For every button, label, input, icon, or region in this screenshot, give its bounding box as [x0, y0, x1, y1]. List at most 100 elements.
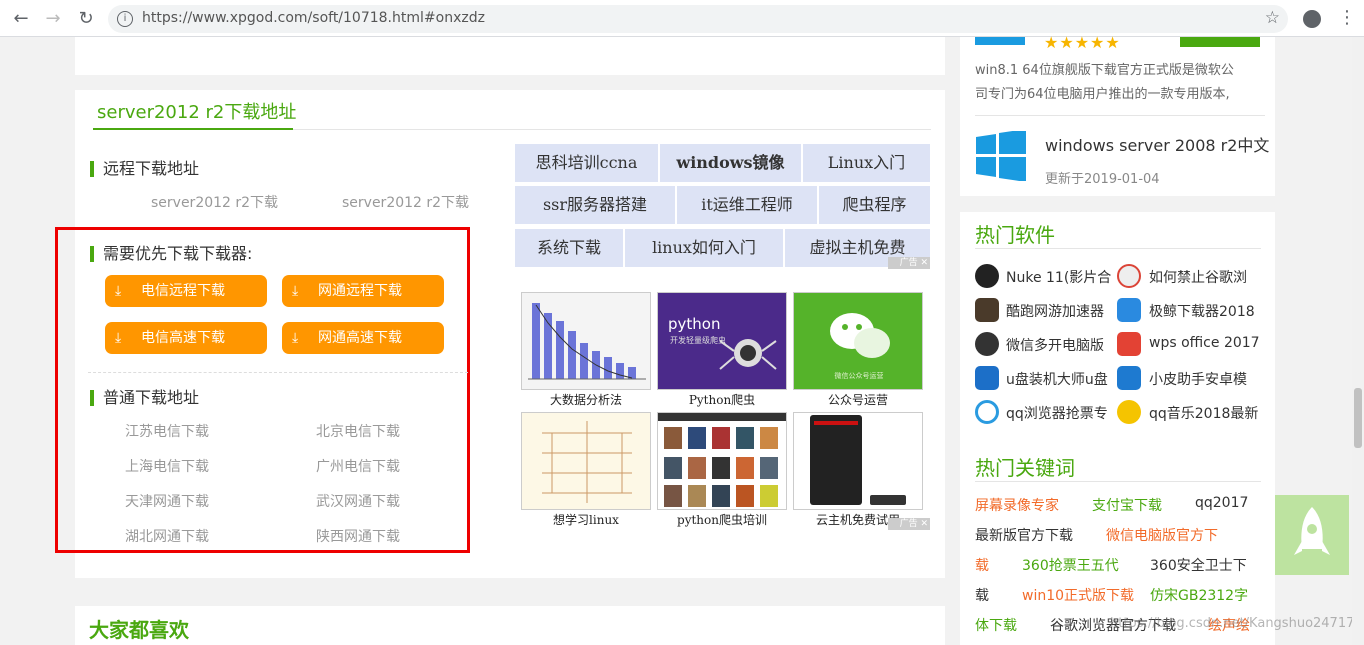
- keyword-link[interactable]: 支付宝下载: [1092, 495, 1162, 515]
- ad-thumb-caption[interactable]: 公众号运营: [793, 391, 923, 408]
- ad-tag[interactable]: Linux入门: [803, 144, 930, 182]
- ad-tag[interactable]: 思科培训ccna: [515, 144, 658, 182]
- ad-thumb-caption[interactable]: 想学习linux: [521, 511, 651, 528]
- mirror-link[interactable]: 广州电信下载: [316, 456, 400, 476]
- hot-software-item[interactable]: u盘装机大师u盘: [1006, 369, 1108, 389]
- python-logo-text: python: [668, 315, 721, 333]
- mirror-link[interactable]: 陕西网通下载: [316, 526, 400, 546]
- telecom-fast-download-button[interactable]: ⤓ 电信高速下载: [105, 322, 267, 354]
- normal-download-heading: 普通下载地址: [90, 390, 199, 406]
- hot-software-item[interactable]: qq浏览器抢票专: [1006, 403, 1108, 423]
- remote-download-heading: 远程下载地址: [90, 161, 199, 177]
- scrollbar[interactable]: [1352, 37, 1364, 645]
- account-icon[interactable]: [1303, 10, 1321, 28]
- rocket-icon: [1294, 507, 1330, 555]
- ad-thumb-caption[interactable]: 大数据分析法: [521, 391, 651, 408]
- ad-tag[interactable]: windows镜像: [660, 144, 801, 182]
- rating-stars: ★★★★★: [1044, 33, 1121, 52]
- ad-tag[interactable]: linux如何入门: [625, 229, 783, 267]
- chrome-icon: [1117, 264, 1141, 288]
- back-to-top-button[interactable]: [1275, 495, 1349, 575]
- url-text[interactable]: https://www.xpgod.com/soft/10718.html#on…: [142, 10, 485, 26]
- hot-software-item[interactable]: 酷跑网游加速器: [1006, 301, 1104, 321]
- telecom-remote-download-button[interactable]: ⤓ 电信远程下载: [105, 275, 267, 307]
- keyword-link[interactable]: 微信电脑版官方下: [1106, 525, 1218, 545]
- keyword-link[interactable]: 最新版官方下载: [975, 525, 1073, 545]
- hot-software-item[interactable]: 极鲸下载器2018: [1149, 301, 1255, 321]
- download-button-fragment[interactable]: [1180, 37, 1260, 47]
- close-icon: ✕: [920, 258, 928, 268]
- windows-logo-icon: [976, 131, 1026, 181]
- site-info-icon[interactable]: i: [117, 11, 133, 27]
- keyword-link[interactable]: win10正式版下载: [1022, 585, 1134, 605]
- qq-browser-icon: [975, 400, 999, 424]
- section-title-underline: [93, 128, 293, 130]
- ad-thumb-linux[interactable]: [521, 412, 651, 510]
- bottom-section: 大家都喜欢: [75, 606, 945, 645]
- ad-thumb-wechat[interactable]: 微信公众号运营: [793, 292, 923, 390]
- keyword-link[interactable]: 体下载: [975, 615, 1017, 635]
- usb-installer-icon: [975, 366, 999, 390]
- remote-link-2[interactable]: server2012 r2下载: [342, 192, 469, 212]
- forward-icon[interactable]: →: [42, 8, 64, 30]
- featured-date: 更新于2019-01-04: [1045, 172, 1160, 187]
- hot-software-item[interactable]: qq音乐2018最新: [1149, 403, 1258, 423]
- sidebar-featured-box: ★★★★★ win8.1 64位旗舰版下载官方正式版是微软公 司专门为64位电脑…: [960, 33, 1275, 196]
- hot-software-item[interactable]: Nuke 11(影片合: [1006, 267, 1111, 287]
- keyword-link[interactable]: 载: [975, 585, 989, 605]
- mirror-link[interactable]: 武汉网通下载: [316, 491, 400, 511]
- ad-tag[interactable]: 爬虫程序: [819, 186, 930, 224]
- hot-software-item[interactable]: 小皮助手安卓模: [1149, 369, 1247, 389]
- hot-software-item[interactable]: wps office 2017: [1149, 335, 1260, 351]
- ad-tag[interactable]: ssr服务器搭建: [515, 186, 675, 224]
- previous-section: [75, 37, 945, 75]
- download-icon: ⤓: [115, 330, 122, 346]
- keyword-link[interactable]: 360抢票王五代: [1022, 555, 1119, 575]
- nuke-icon: [975, 264, 999, 288]
- remote-link-1[interactable]: server2012 r2下载: [151, 192, 278, 212]
- whale-downloader-icon: [1117, 298, 1141, 322]
- back-icon[interactable]: ←: [10, 8, 32, 30]
- ad-thumb-big-data[interactable]: [521, 292, 651, 390]
- address-bar[interactable]: i https://www.xpgod.com/soft/10718.html#…: [108, 5, 1288, 33]
- mindmap-image: [542, 421, 632, 503]
- wechat-multi-icon: [975, 332, 999, 356]
- ad-thumb-caption[interactable]: Python爬虫: [657, 391, 787, 408]
- keyword-link[interactable]: 屏幕录像专家: [975, 495, 1059, 515]
- keyword-link[interactable]: qq2017: [1195, 495, 1248, 511]
- scrollbar-thumb[interactable]: [1354, 388, 1362, 448]
- keyword-link[interactable]: 360安全卫士下: [1150, 555, 1247, 575]
- ad-thumb-caption[interactable]: python爬虫培训: [657, 511, 787, 528]
- ad-thumb-python-training[interactable]: [657, 412, 787, 510]
- sidebar-hot-box: 热门软件 Nuke 11(影片合 如何禁止谷歌浏 酷跑网游加速器 极鲸下载器20…: [960, 212, 1364, 645]
- xiaopi-assistant-icon: [1117, 366, 1141, 390]
- keyword-link[interactable]: 仿宋GB2312字: [1150, 585, 1248, 605]
- reload-icon[interactable]: ↻: [75, 8, 97, 30]
- mirror-link[interactable]: 湖北网通下载: [125, 526, 209, 546]
- featured-description: win8.1 64位旗舰版下载官方正式版是微软公 司专门为64位电脑用户推出的一…: [975, 63, 1234, 102]
- mirror-link[interactable]: 北京电信下载: [316, 421, 400, 441]
- watermark: https://blog.csdn.net/Kangshuo2471781030: [1110, 616, 1364, 631]
- ad-thumb-python-crawler[interactable]: python 开发轻量级爬虫: [657, 292, 787, 390]
- keyword-link[interactable]: 载: [975, 555, 989, 575]
- hot-software-item[interactable]: 如何禁止谷歌浏: [1149, 267, 1247, 287]
- mirror-link[interactable]: 江苏电信下载: [125, 421, 209, 441]
- featured-title[interactable]: windows server 2008 r2中文: [1045, 132, 1269, 156]
- netcom-remote-download-button[interactable]: ⤓ 网通远程下载: [282, 275, 444, 307]
- ad-label[interactable]: 广告 ✕: [888, 518, 930, 530]
- hot-software-item[interactable]: 微信多开电脑版: [1006, 335, 1104, 355]
- ad-label[interactable]: 广告 ✕: [888, 257, 930, 269]
- browser-menu-icon[interactable]: ⋮: [1338, 7, 1356, 28]
- ad-tag[interactable]: it运维工程师: [677, 186, 817, 224]
- bookmark-star-icon[interactable]: ☆: [1265, 8, 1280, 28]
- ad-thumb-cloud-host[interactable]: [793, 412, 923, 510]
- hot-software-title: 热门软件: [975, 223, 1055, 247]
- mirror-link[interactable]: 天津网通下载: [125, 491, 209, 511]
- close-icon: ✕: [920, 519, 928, 529]
- download-icon: ⤓: [115, 283, 122, 299]
- computer-tower-image: [810, 415, 906, 505]
- netcom-fast-download-button[interactable]: ⤓ 网通高速下载: [282, 322, 444, 354]
- ad-tag[interactable]: 系统下载: [515, 229, 623, 267]
- mirror-link[interactable]: 上海电信下载: [125, 456, 209, 476]
- priority-download-heading: 需要优先下载下载器:: [90, 246, 252, 262]
